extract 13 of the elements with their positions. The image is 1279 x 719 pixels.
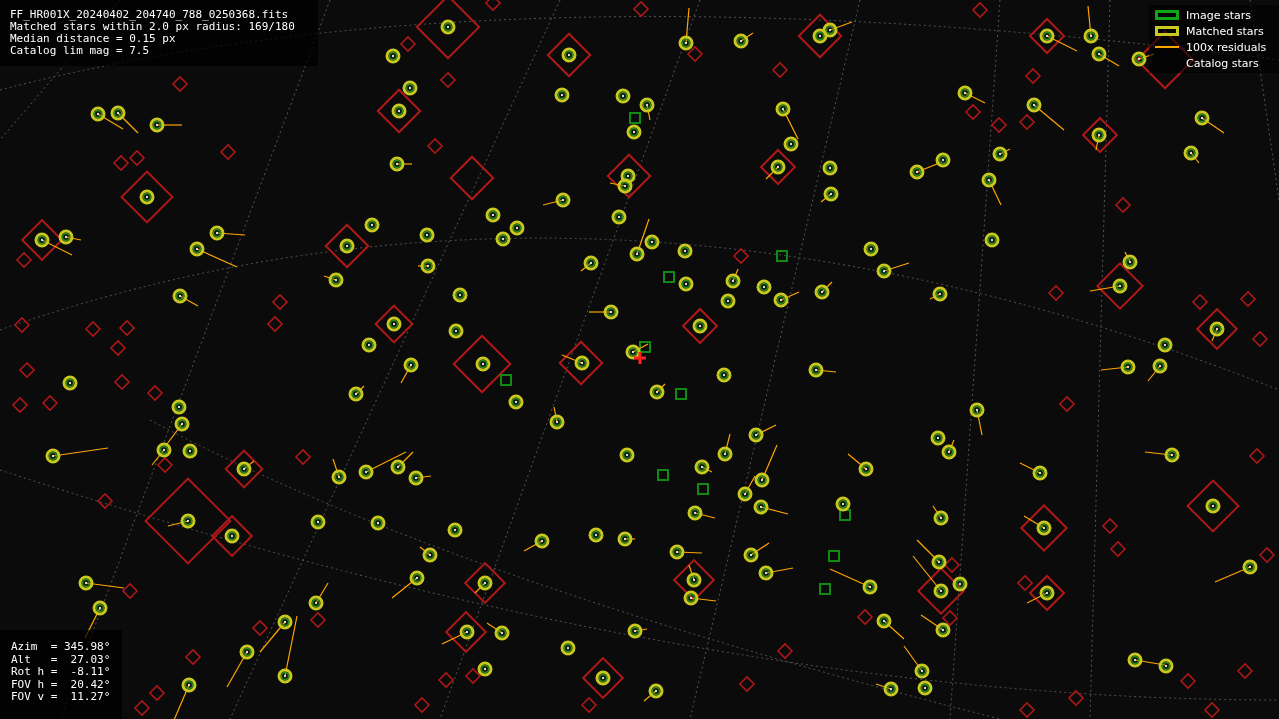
- legend-label: Catalog stars: [1186, 56, 1259, 70]
- info-line: Rot h = -8.11°: [11, 666, 112, 679]
- legend-label: Image stars: [1186, 8, 1251, 22]
- info-line: Azim = 345.98°: [11, 641, 112, 654]
- info-line: Matched stars within 2.0 px radius: 169/180: [10, 21, 296, 33]
- info-line: FOV h = 20.42°: [11, 678, 112, 691]
- info-line: FOV v = 11.27°: [11, 691, 112, 704]
- legend-label: 100x residuals: [1186, 40, 1267, 54]
- info-line: FF_HR001X_20240402_204740_788_0250368.fits: [10, 9, 290, 21]
- info-line: Alt = 27.03°: [11, 653, 112, 666]
- legend-label: Matched stars: [1186, 24, 1264, 38]
- info-line: Median distance = 0.15 px: [10, 33, 177, 45]
- info-line: Catalog lim mag = 7.5: [10, 45, 151, 57]
